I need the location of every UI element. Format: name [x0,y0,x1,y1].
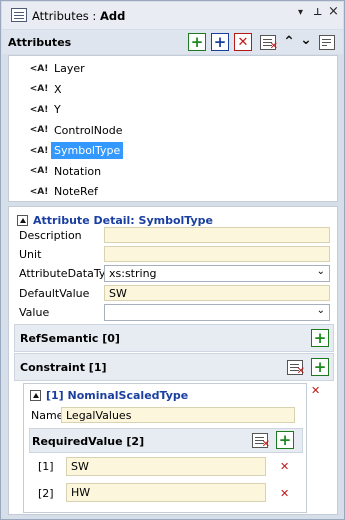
pin-icon[interactable]: ⊥ [313,7,322,18]
attribute-icon: <A! [29,125,49,135]
delete-list-icon[interactable]: ✕ [287,360,305,377]
required-index: [2] [38,487,54,500]
add-constraint-icon[interactable]: + [311,358,329,376]
attribute-icon: <A! [29,63,49,74]
refsemantic-label: RefSemantic [0] [20,332,120,345]
delete-icon[interactable]: ✕ [234,33,252,51]
add-refsemantic-icon[interactable]: + [311,329,329,347]
panel-title: Attributes : Add [32,9,126,23]
remove-constraint-icon[interactable]: ✕ [311,384,320,397]
add-required-value-icon[interactable]: + [276,431,294,449]
tree-item-label: Notation [54,164,102,178]
name-field[interactable]: LegalValues [61,407,295,423]
description-label: Description [19,229,82,242]
edit-icon[interactable] [319,35,335,50]
tree-item-label: Layer [54,62,85,75]
attribute-detail-header[interactable]: Attribute Detail: SymbolType [17,213,213,227]
required-index: [1] [38,460,54,473]
constraint-title: [1] NominalScaledType [46,388,189,402]
chevron-down-icon: ⌄ [316,266,325,277]
required-value-field[interactable]: SW [66,457,266,476]
attribute-tree: <A! Layer <A! X <A! Y <A! ControlNode <A! SymbolT… [8,55,338,202]
unit-label: Unit [19,248,42,261]
tree-item[interactable]: <A! Layer [29,59,88,78]
datatype-select[interactable]: xs:string ⌄ [104,265,330,282]
refsemantic-bar: RefSemantic [0] + [14,324,334,352]
delete-list-icon[interactable]: ✕ [260,35,278,52]
constraint-bar: Constraint [1] ✕ + [14,353,334,381]
attribute-detail-title: Attribute Detail: SymbolType [33,213,213,227]
default-value-field[interactable]: SW [104,285,330,301]
add-blue-icon[interactable]: + [211,33,229,51]
remove-value-icon[interactable]: ✕ [280,460,289,473]
attribute-icon: <A! [29,145,49,156]
tree-item-label: SymbolType [51,142,124,159]
required-value-bar: RequiredValue [2] ✕ + [29,428,303,453]
remove-value-icon[interactable]: ✕ [280,487,289,500]
window-icon [11,8,27,22]
tree-item[interactable]: <A! NoteRef [29,182,101,201]
attribute-icon: <A! [29,186,49,197]
description-field[interactable] [104,227,330,243]
title-bar: Attributes : Add ▾ ⊥ × [2,2,343,29]
add-icon[interactable]: + [188,33,206,51]
datatype-value: xs:string [109,267,157,280]
attribute-icon: <A! [29,104,49,115]
attribute-icon: <A! [29,166,49,176]
attributes-toolbar: Attributes + + ✕ ✕ ⌃ ⌄ [2,30,343,54]
close-icon[interactable]: × [328,4,339,19]
value-select[interactable]: ⌄ [104,304,330,321]
chevron-down-icon: ⌄ [316,305,325,316]
dropdown-icon[interactable]: ▾ [298,7,303,18]
tree-item[interactable]: <A! Y [29,100,64,119]
attribute-detail-panel: Attribute Detail: SymbolType Description… [8,206,338,515]
tree-item[interactable]: <A! X [29,80,65,99]
tree-item[interactable]: <A! Notation [29,162,104,181]
attributes-panel: Attributes : Add ▾ ⊥ × Attributes + + ✕ … [0,0,345,520]
constraint-header[interactable]: [1] NominalScaledType [30,388,188,402]
required-value-label: RequiredValue [2] [32,435,145,448]
toolbar-label: Attributes [8,36,72,49]
tree-item-label: Y [54,103,61,116]
value-label: Value [19,306,50,319]
constraint-detail: [1] NominalScaledType Name LegalValues R… [23,383,307,513]
name-label: Name [31,409,64,422]
tree-item-label: X [54,82,62,96]
tree-item[interactable]: <A! ControlNode [29,121,125,140]
collapse-icon[interactable] [17,214,28,226]
tree-item[interactable]: <A! SymbolType [29,141,124,160]
constraint-label: Constraint [1] [20,361,107,374]
tree-item-label: ControlNode [54,123,123,137]
required-value-field[interactable]: HW [66,483,266,502]
attribute-icon: <A! [29,84,49,94]
delete-list-icon[interactable]: ✕ [252,433,270,450]
tree-item-label: NoteRef [54,185,98,198]
unit-field[interactable] [104,246,330,262]
default-value-label: DefaultValue [19,287,90,300]
collapse-icon[interactable] [30,389,41,401]
move-up-icon[interactable]: ⌃ [280,33,298,51]
move-down-icon[interactable]: ⌄ [297,31,315,49]
